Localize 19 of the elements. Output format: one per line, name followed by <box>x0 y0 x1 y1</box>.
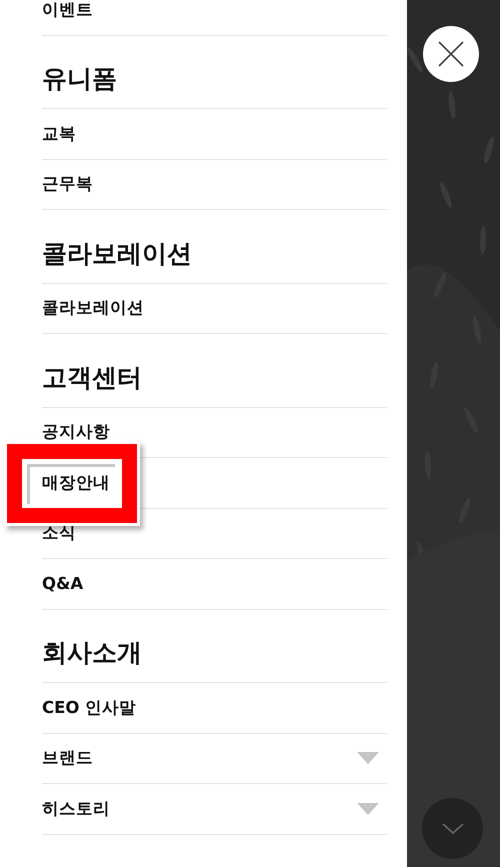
dropdown-icon[interactable] <box>357 802 379 815</box>
menu-item[interactable]: 히스토리 <box>42 798 110 820</box>
menu-item[interactable]: 이벤트 <box>42 0 93 21</box>
menu-item[interactable]: 소식 <box>42 522 76 544</box>
close-icon <box>438 41 464 67</box>
menu-item[interactable]: 공지사항 <box>42 421 110 444</box>
chevron-down-icon <box>442 822 464 834</box>
menu-item[interactable]: 브랜드 <box>42 747 93 770</box>
menu-item[interactable]: CEO 인사말 <box>42 696 136 719</box>
menu-item[interactable]: 교복 <box>42 122 76 145</box>
section-heading: 유니폼 <box>42 63 117 96</box>
menu-item[interactable]: Q&A <box>42 574 84 594</box>
dropdown-icon[interactable] <box>357 752 379 764</box>
section-heading: 고객센터 <box>42 362 142 394</box>
section-heading: 회사소개 <box>42 637 142 670</box>
menu-item[interactable]: 매장안내 <box>42 472 110 494</box>
section-heading: 콜라보레이션 <box>42 238 192 270</box>
menu-item[interactable]: 콜라보레이션 <box>42 297 144 320</box>
menu-item[interactable]: 근무복 <box>42 173 93 196</box>
